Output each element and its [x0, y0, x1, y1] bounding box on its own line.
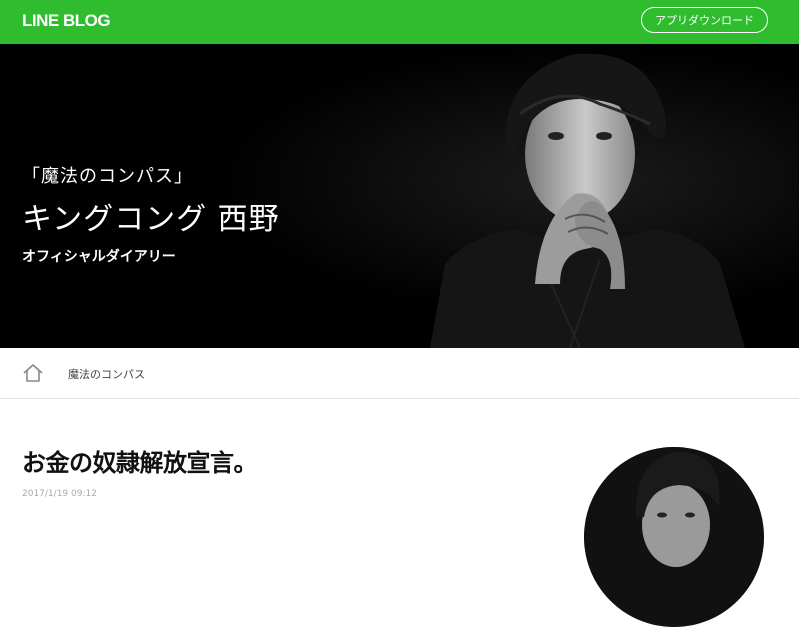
- hero-title: キングコング 西野: [22, 202, 280, 237]
- hero-tagline: オフィシャルダイアリー: [22, 249, 176, 265]
- post-date: 2017/1/19 09:12: [22, 489, 97, 499]
- line-blog-logo[interactable]: LINE BLOG: [22, 11, 111, 31]
- avatar-photo: [584, 447, 764, 627]
- author-avatar[interactable]: [584, 447, 764, 627]
- breadcrumb: 魔法のコンパス: [0, 348, 799, 399]
- top-bar: LINE BLOG アプリダウンロード: [0, 0, 799, 44]
- hero-subtitle: 「魔法のコンパス」: [22, 166, 193, 187]
- app-download-button[interactable]: アプリダウンロード: [641, 7, 768, 33]
- post-title[interactable]: お金の奴隷解放宣言。: [22, 443, 258, 478]
- home-icon[interactable]: [22, 362, 44, 384]
- hero-banner: 「魔法のコンパス」 キングコング 西野 オフィシャルダイアリー: [0, 44, 799, 348]
- breadcrumb-item[interactable]: 魔法のコンパス: [68, 366, 145, 382]
- hero-text-block: 「魔法のコンパス」 キングコング 西野 オフィシャルダイアリー: [22, 162, 280, 266]
